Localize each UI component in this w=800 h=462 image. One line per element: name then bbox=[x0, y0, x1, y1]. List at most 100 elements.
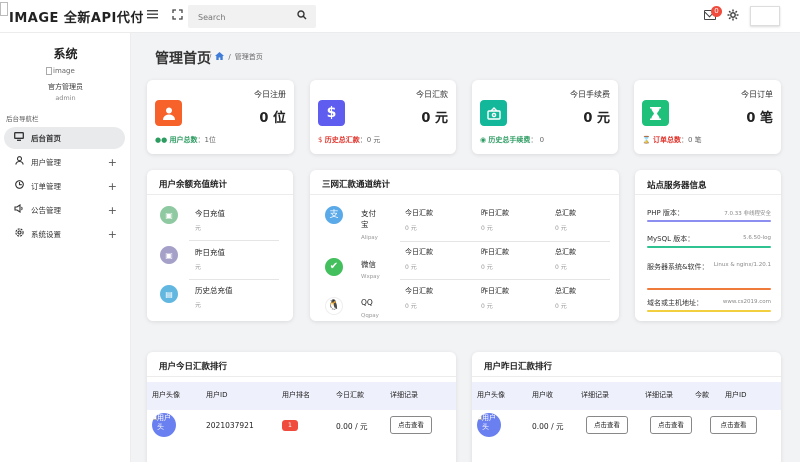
card-title: 用户昨日汇款排行 bbox=[484, 362, 553, 372]
stat-title: 今日汇款 bbox=[416, 90, 448, 99]
rank-badge: 1 bbox=[282, 420, 298, 431]
stat-value: 0 元 bbox=[583, 111, 610, 126]
stat-footer: ●● 用户总数：1位 bbox=[155, 136, 216, 144]
channel-stats-card: 三网汇款通道统计 支 支付宝 Alipay 今日汇款 昨日汇款 总汇款 0 元 … bbox=[310, 170, 619, 321]
yesterday-rank-card: 用户昨日汇款排行 bbox=[472, 352, 781, 462]
sidebar: 系统 image 官方管理员 admin 后台导航栏 后台首页 用户管理 + 订… bbox=[0, 33, 131, 462]
column-header: 详细记录 bbox=[581, 391, 609, 399]
today-rank-card: 用户今日汇款排行 bbox=[147, 352, 456, 462]
channel-name: 支付宝 bbox=[361, 209, 376, 229]
expand-icon[interactable]: + bbox=[108, 204, 117, 217]
view-details-button[interactable]: 点击查看 bbox=[710, 416, 757, 434]
page-title: 管理首页 bbox=[155, 51, 211, 67]
stat-footer: ⌛ 订单总数：0 笔 bbox=[642, 136, 702, 144]
sidebar-item-label: 用户管理 bbox=[31, 157, 61, 167]
column-header: 用户头像 bbox=[152, 391, 180, 399]
stat-value: 0 位 bbox=[259, 111, 286, 126]
menu-toggle-icon[interactable] bbox=[145, 9, 159, 23]
sidebar-item-settings[interactable]: 系统设置 + bbox=[4, 223, 125, 245]
sidebar-item-label: 后台首页 bbox=[31, 133, 61, 143]
stat-card-orders: 今日订单 0 笔 ⌛ 订单总数：0 笔 bbox=[634, 80, 781, 154]
recharge-stats-card: 用户余额充值统计 ▣ 今日充值 元 ▣ 昨日充值 元 ▤ 历史总充值 元 bbox=[147, 170, 293, 321]
search-icon[interactable] bbox=[297, 10, 309, 22]
admin-name: 官方管理员 bbox=[48, 83, 83, 91]
money-small-icon: ◉ bbox=[480, 136, 487, 144]
stat-card-registrations: 今日注册 0 位 ●● 用户总数：1位 bbox=[147, 80, 294, 154]
channel-sub: Qqpay bbox=[361, 313, 379, 319]
gear-icon bbox=[13, 228, 25, 240]
column-header: 详细记录 bbox=[645, 391, 673, 399]
sidebar-item-label: 订单管理 bbox=[31, 181, 61, 191]
dollar-icon: $ bbox=[318, 100, 345, 126]
sidebar-item-notices[interactable]: 公告管理 + bbox=[4, 199, 125, 221]
user-icon bbox=[155, 100, 182, 126]
alipay-icon: 支 bbox=[325, 206, 343, 224]
user-icon bbox=[13, 156, 25, 168]
sidebar-item-home[interactable]: 后台首页 bbox=[4, 127, 125, 149]
card-title: 用户今日汇款排行 bbox=[159, 362, 228, 372]
column-header: 用户排名 bbox=[282, 391, 310, 399]
sidebar-item-label: 系统设置 bbox=[31, 229, 61, 239]
wechat-icon: ✔ bbox=[325, 258, 343, 276]
settings-icon[interactable] bbox=[726, 9, 740, 23]
money-bag-icon bbox=[480, 100, 507, 126]
card-title: 三网汇款通道统计 bbox=[322, 180, 391, 190]
recharge-label: 今日充值 bbox=[195, 209, 225, 218]
stat-title: 今日注册 bbox=[254, 90, 286, 99]
sidebar-item-orders[interactable]: 订单管理 + bbox=[4, 175, 125, 197]
search-input[interactable] bbox=[188, 6, 288, 29]
recharge-value: 元 bbox=[195, 302, 202, 309]
avatar: 用户头 bbox=[477, 413, 501, 437]
channel-sub: Wxpay bbox=[361, 274, 380, 280]
stat-card-fees: 今日手续费 0 元 ◉ 历史总手续费： 0 bbox=[472, 80, 618, 154]
column-header: 用户ID bbox=[206, 391, 228, 399]
search-box bbox=[188, 5, 316, 29]
sidebar-item-label: 公告管理 bbox=[31, 205, 61, 215]
user-avatar[interactable] bbox=[750, 6, 780, 26]
column-header: 今款 bbox=[695, 391, 709, 399]
admin-image-alt: image bbox=[53, 67, 75, 75]
breadcrumb: / / 管理首页 bbox=[209, 52, 263, 62]
expand-icon[interactable]: + bbox=[108, 180, 117, 193]
stat-title: 今日手续费 bbox=[570, 90, 610, 99]
card-title: 站点服务器信息 bbox=[647, 181, 707, 191]
nav-label: 后台导航栏 bbox=[6, 115, 39, 123]
clock-icon bbox=[13, 180, 25, 192]
column-header: 用户头像 bbox=[477, 391, 505, 399]
card-title: 用户余额充值统计 bbox=[159, 180, 228, 190]
sidebar-item-users[interactable]: 用户管理 + bbox=[4, 151, 125, 173]
recharge-label: 历史总充值 bbox=[195, 286, 233, 295]
brand[interactable]: IMAGE 全新API代付 bbox=[0, 0, 144, 33]
home-icon[interactable] bbox=[215, 52, 225, 62]
view-details-button[interactable]: 点击查看 bbox=[390, 416, 432, 434]
stat-value: 0 元 bbox=[421, 111, 448, 126]
column-header: 今日汇款 bbox=[336, 391, 364, 399]
fullscreen-icon[interactable] bbox=[170, 9, 184, 23]
hourglass-icon bbox=[642, 100, 669, 126]
broken-image-icon bbox=[46, 67, 52, 75]
recharge-value: 元 bbox=[195, 225, 202, 232]
view-details-button[interactable]: 点击查看 bbox=[586, 416, 628, 434]
channel-sub: Alipay bbox=[361, 235, 378, 241]
dollar-small-icon: $ bbox=[318, 136, 323, 144]
expand-icon[interactable]: + bbox=[108, 156, 117, 169]
recharge-today-icon: ▣ bbox=[160, 206, 178, 224]
column-header: 用户ID bbox=[725, 391, 747, 399]
admin-image: image bbox=[46, 67, 75, 75]
speaker-icon bbox=[13, 203, 25, 216]
channel-name: 微信 bbox=[361, 260, 376, 269]
brand-title: IMAGE 全新API代付 bbox=[9, 11, 144, 26]
recharge-total-icon: ▤ bbox=[160, 285, 178, 303]
notification-badge: 0 bbox=[711, 6, 722, 17]
expand-icon[interactable]: + bbox=[108, 228, 117, 241]
system-title: 系统 bbox=[53, 47, 78, 61]
top-bar: IMAGE 全新API代付 0 bbox=[0, 0, 800, 33]
amount: 0.00 / 元 bbox=[532, 422, 564, 431]
admin-role: admin bbox=[55, 94, 76, 102]
broken-image-icon bbox=[0, 2, 8, 16]
recharge-label: 昨日充值 bbox=[195, 248, 225, 257]
amount: 0.00 / 元 bbox=[336, 422, 368, 431]
stat-footer: $ 历史总汇款：0 元 bbox=[318, 136, 381, 144]
user-id: 2021037921 bbox=[206, 421, 254, 430]
view-details-button[interactable]: 点击查看 bbox=[650, 416, 692, 434]
